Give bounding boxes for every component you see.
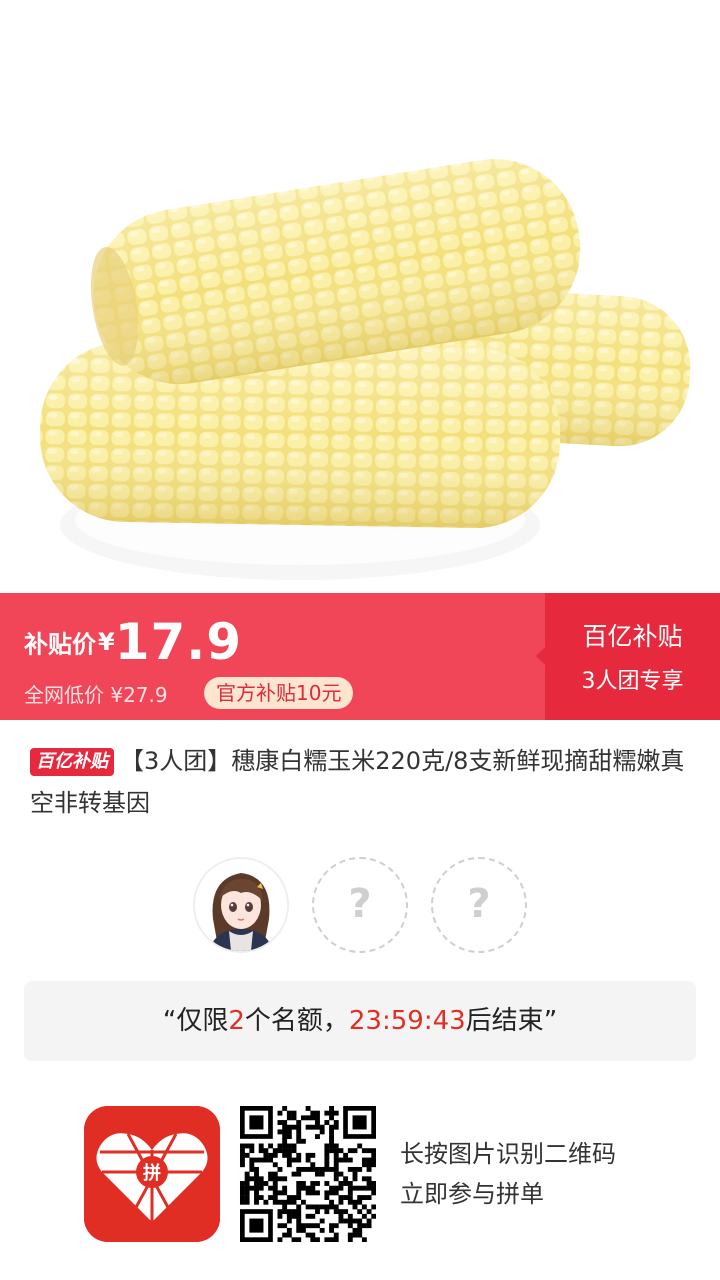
avatar-illustration — [195, 859, 287, 951]
scan-instructions: 长按图片识别二维码 立即参与拼单 — [400, 1134, 616, 1214]
subsidy-price: 补贴价¥17.9 — [24, 613, 242, 671]
price-section: 补贴价¥17.9 全网低价 ¥27.9 官方补贴10元 — [0, 593, 545, 720]
countdown-timer: 23:59:43 — [348, 1006, 466, 1036]
logo-char: 拼 — [143, 1162, 161, 1184]
notice-suffix: 后结束 — [465, 1006, 544, 1036]
qr-code — [240, 1106, 377, 1243]
close-quote: ” — [543, 1006, 558, 1036]
original-price: 全网低价 ¥27.9 — [24, 683, 168, 707]
scan-line-2: 立即参与拼单 — [400, 1180, 544, 1208]
price-value: 17.9 — [114, 613, 243, 671]
group-notice: “仅限2个名额，23:59:43后结束” — [24, 981, 696, 1061]
open-quote: “ — [162, 1006, 177, 1036]
product-image — [0, 0, 720, 593]
subsidy-tag-subtitle: 3人团专享 — [581, 669, 684, 694]
member-avatar — [193, 857, 289, 953]
pinduoduo-logo: 拼 — [84, 1106, 220, 1242]
notice-middle: 个名额， — [244, 1006, 349, 1036]
subsidy-tag: 百亿补贴 3人团专享 — [536, 593, 720, 720]
remaining-count: 2 — [228, 1006, 245, 1036]
subsidy-tag-title: 百亿补贴 — [582, 622, 683, 651]
product-title-text: 【3人团】穗康白糯玉米220克/8支新鲜现摘甜糯嫩真空非转基因 — [30, 747, 685, 817]
empty-slot: ? — [431, 857, 527, 953]
price-label: 补贴价 — [24, 630, 96, 659]
empty-slot: ? — [312, 857, 408, 953]
price-banner: 补贴价¥17.9 全网低价 ¥27.9 官方补贴10元 百亿补贴 3人团专享 — [0, 593, 720, 720]
notice-prefix: 仅限 — [176, 1006, 229, 1036]
currency-symbol: ¥ — [98, 628, 115, 656]
title-badge: 百亿补贴 — [30, 748, 114, 776]
tag-notch — [536, 647, 545, 665]
scan-line-1: 长按图片识别二维码 — [400, 1140, 616, 1168]
product-title: 百亿补贴 【3人团】穗康白糯玉米220克/8支新鲜现摘甜糯嫩真空非转基因 — [30, 740, 690, 824]
subsidy-badge: 官方补贴10元 — [204, 677, 354, 709]
